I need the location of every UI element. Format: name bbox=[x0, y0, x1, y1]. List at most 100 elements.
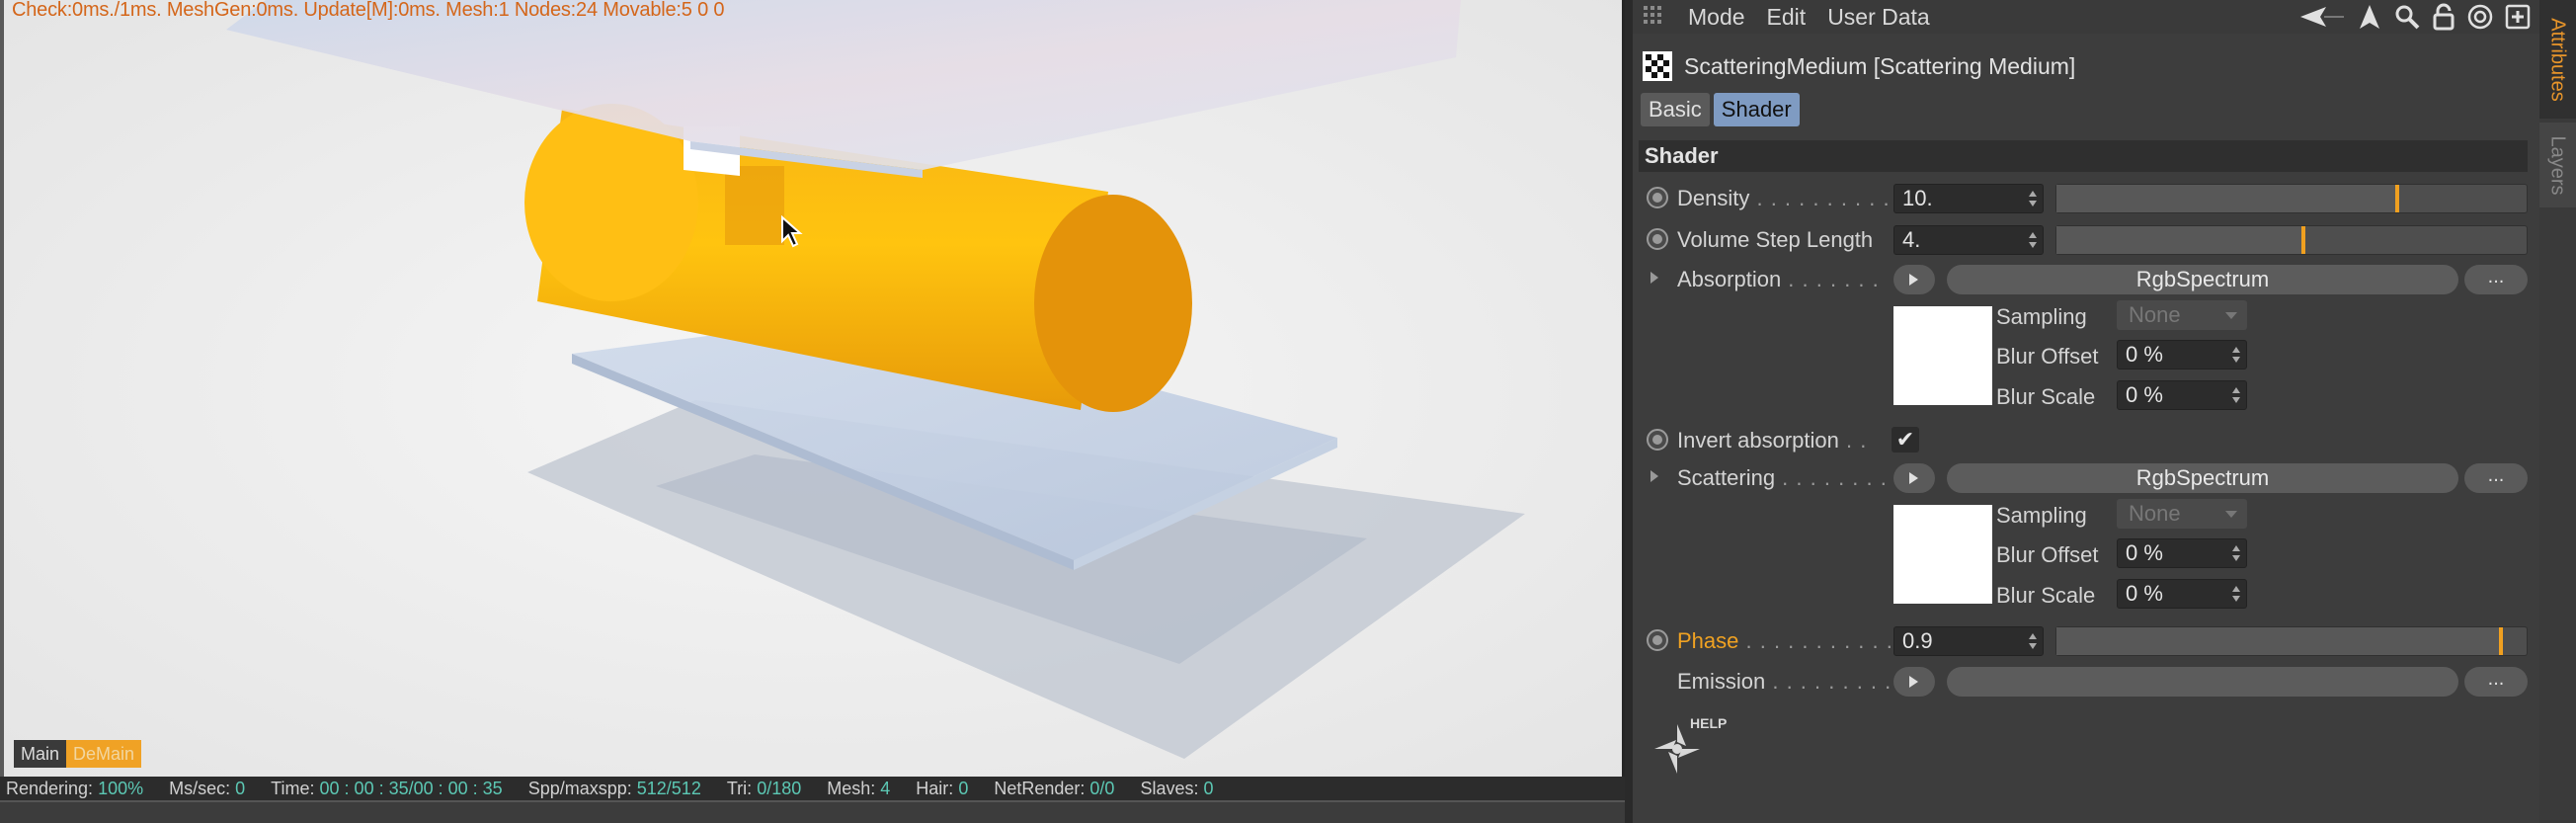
absorption-preview bbox=[1893, 306, 1992, 405]
search-icon[interactable] bbox=[2393, 3, 2421, 31]
scattering-blur-offset-label: Blur Offset bbox=[1996, 542, 2099, 567]
scattering-play-button[interactable] bbox=[1893, 463, 1935, 493]
tab-demain[interactable]: DeMain bbox=[66, 740, 142, 768]
invert-absorption-label-text: Invert absorption bbox=[1677, 428, 1839, 453]
render-viewport[interactable]: Check:0ms./1ms. MeshGen:0ms. Update[M]:0… bbox=[0, 0, 1625, 777]
invert-absorption-checkbox[interactable]: ✔ bbox=[1892, 427, 1919, 453]
attributes-menubar: Mode Edit User Data bbox=[1633, 0, 2539, 34]
absorption-blur-offset-input[interactable]: 0 % bbox=[2117, 340, 2247, 370]
scattering-blur-scale-input[interactable]: 0 % bbox=[2117, 579, 2247, 609]
emission-label: Emission . . . . . . . . . bbox=[1677, 669, 1892, 695]
phase-slider-fill bbox=[2056, 627, 2504, 655]
chevron-down-icon bbox=[2225, 511, 2237, 518]
absorption-blur-scale-value: 0 % bbox=[2126, 382, 2163, 407]
density-label: Density . . . . . . . . . . bbox=[1677, 186, 1891, 211]
volume-step-slider[interactable] bbox=[2055, 225, 2528, 255]
scattering-label: Scattering . . . . . . . . bbox=[1677, 465, 1888, 491]
render-status-bar: Rendering: 100% Ms/sec: 0 Time: 00 : 00 … bbox=[0, 777, 1625, 800]
pointer-arrow-icon[interactable] bbox=[2356, 3, 2383, 31]
status-spp: Spp/maxspp: 512/512 bbox=[528, 779, 701, 799]
volume-step-row: Volume Step Length 4. bbox=[1633, 222, 2539, 256]
tab-main[interactable]: Main bbox=[14, 740, 67, 768]
panel-divider[interactable] bbox=[1625, 0, 1633, 823]
target-icon[interactable] bbox=[2466, 3, 2494, 31]
panel-grip-icon[interactable] bbox=[1643, 5, 1666, 29]
emission-shader-button[interactable] bbox=[1947, 667, 2458, 697]
blur-scale-stepper-icon[interactable] bbox=[2231, 385, 2241, 405]
volume-step-stepper-icon[interactable] bbox=[2028, 230, 2038, 250]
scattering-preview bbox=[1893, 505, 1992, 604]
blur-scale-stepper-icon[interactable] bbox=[2231, 584, 2241, 604]
absorption-blur-offset-label: Blur Offset bbox=[1996, 344, 2099, 369]
scattering-expand-icon[interactable] bbox=[1650, 470, 1658, 482]
absorption-dots: . . . . . . . bbox=[1781, 267, 1880, 291]
side-tab-layers-label: Layers bbox=[2547, 134, 2569, 196]
status-time-label: Time: bbox=[271, 778, 315, 798]
scattering-sampling-dropdown[interactable]: None bbox=[2117, 499, 2247, 529]
density-slider[interactable] bbox=[2055, 184, 2528, 213]
phase-label-text: Phase bbox=[1677, 628, 1739, 653]
volume-step-value: 4. bbox=[1902, 227, 1921, 252]
side-tab-layers[interactable]: Layers bbox=[2539, 123, 2576, 207]
status-slaves: Slaves: 0 bbox=[1140, 779, 1213, 799]
side-tab-attributes-label: Attributes bbox=[2547, 17, 2570, 102]
absorption-blur-scale-input[interactable]: 0 % bbox=[2117, 380, 2247, 410]
phase-label: Phase . . . . . . . . . . . . bbox=[1677, 628, 1907, 654]
menu-edit[interactable]: Edit bbox=[1767, 4, 1807, 31]
scattering-label-text: Scattering bbox=[1677, 465, 1776, 490]
phase-slider[interactable] bbox=[2055, 626, 2528, 656]
absorption-label: Absorption . . . . . . . bbox=[1677, 267, 1880, 292]
lock-icon[interactable] bbox=[2431, 3, 2456, 31]
status-netrender-value: 0/0 bbox=[1089, 778, 1115, 798]
density-row: Density . . . . . . . . . . 10. bbox=[1633, 181, 2539, 214]
emission-more-button[interactable]: ... bbox=[2464, 667, 2528, 697]
absorption-sampling-value: None bbox=[2129, 302, 2181, 327]
density-value: 10. bbox=[1902, 186, 1933, 210]
status-mssec: Ms/sec: 0 bbox=[169, 779, 245, 799]
scattering-row: Scattering . . . . . . . . RgbSpectrum .… bbox=[1633, 460, 2539, 494]
phase-animate-toggle[interactable] bbox=[1647, 629, 1668, 651]
back-arrow-icon[interactable] bbox=[2298, 3, 2346, 31]
tab-basic[interactable]: Basic bbox=[1641, 93, 1710, 126]
absorption-label-text: Absorption bbox=[1677, 267, 1782, 291]
phase-stepper-icon[interactable] bbox=[2028, 631, 2038, 651]
blur-offset-stepper-icon[interactable] bbox=[2231, 345, 2241, 365]
attributes-panel: Mode Edit User Data ScatteringMedium [Sc… bbox=[1633, 0, 2539, 823]
absorption-expand-icon[interactable] bbox=[1650, 272, 1658, 284]
status-slaves-label: Slaves: bbox=[1140, 778, 1199, 798]
status-time-value: 00 : 00 : 35/00 : 00 : 35 bbox=[319, 778, 503, 798]
scattering-shader-button[interactable]: RgbSpectrum bbox=[1947, 463, 2458, 493]
scattering-more-button[interactable]: ... bbox=[2464, 463, 2528, 493]
phase-input[interactable]: 0.9 bbox=[1893, 626, 2044, 656]
render-scene bbox=[4, 0, 1622, 777]
absorption-more-button[interactable]: ... bbox=[2464, 265, 2528, 294]
menu-mode[interactable]: Mode bbox=[1688, 4, 1745, 31]
status-rendering: Rendering: 100% bbox=[6, 779, 143, 799]
status-mesh: Mesh: 4 bbox=[827, 779, 890, 799]
density-input[interactable]: 10. bbox=[1893, 184, 2044, 213]
chevron-down-icon bbox=[2225, 312, 2237, 319]
volume-step-input[interactable]: 4. bbox=[1893, 225, 2044, 255]
menu-user-data[interactable]: User Data bbox=[1827, 4, 1930, 31]
absorption-shader-button[interactable]: RgbSpectrum bbox=[1947, 265, 2458, 294]
status-hair-label: Hair: bbox=[916, 778, 954, 798]
invert-absorption-dots: . . bbox=[1838, 428, 1868, 453]
phase-value: 0.9 bbox=[1902, 628, 1933, 653]
density-stepper-icon[interactable] bbox=[2028, 189, 2038, 208]
emission-dots: . . . . . . . . . bbox=[1765, 669, 1892, 694]
volume-step-animate-toggle[interactable] bbox=[1647, 228, 1668, 250]
scattering-blur-offset-input[interactable]: 0 % bbox=[2117, 538, 2247, 568]
absorption-sampling-dropdown[interactable]: None bbox=[2117, 300, 2247, 330]
side-tab-attributes[interactable]: Attributes bbox=[2539, 0, 2576, 119]
blur-offset-stepper-icon[interactable] bbox=[2231, 543, 2241, 563]
invert-absorption-animate-toggle[interactable] bbox=[1647, 429, 1668, 451]
scattering-medium-icon bbox=[1643, 51, 1672, 81]
density-animate-toggle[interactable] bbox=[1647, 187, 1668, 208]
status-spp-label: Spp/maxspp: bbox=[527, 778, 632, 798]
tab-shader[interactable]: Shader bbox=[1713, 93, 1800, 126]
menu-icon-group bbox=[2298, 3, 2532, 31]
emission-play-button[interactable] bbox=[1893, 667, 1935, 697]
absorption-play-button[interactable] bbox=[1893, 265, 1935, 294]
scattering-sampling-label: Sampling bbox=[1996, 503, 2087, 528]
new-panel-icon[interactable] bbox=[2504, 3, 2532, 31]
